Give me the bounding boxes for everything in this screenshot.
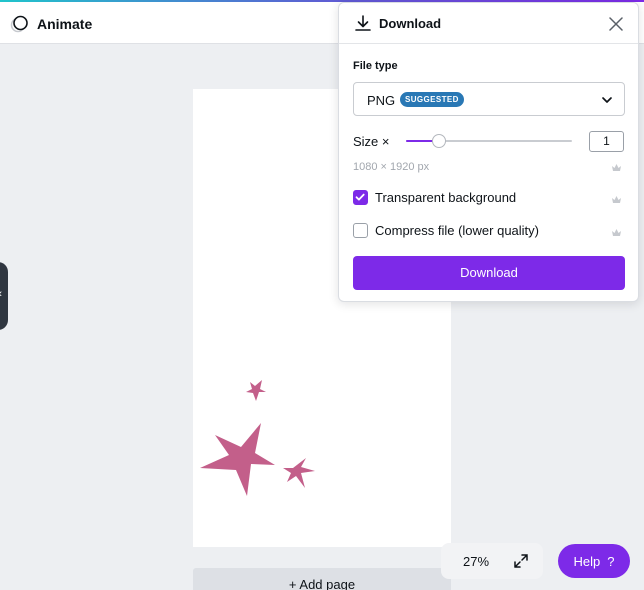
star-elements[interactable] [193, 370, 333, 510]
download-button[interactable]: Download [353, 256, 625, 290]
suggested-badge: SUGGESTED [400, 92, 464, 107]
slider-handle[interactable] [432, 134, 446, 148]
file-type-label: File type [353, 60, 398, 72]
small-star-top[interactable] [246, 380, 266, 401]
animate-icon [10, 15, 28, 33]
expand-icon[interactable] [513, 553, 529, 569]
zoom-control: 27% [441, 543, 543, 579]
dimensions-text: 1080 × 1920 px [353, 161, 430, 173]
crown-icon [612, 196, 621, 203]
collapse-chevron-icon: ‹ [0, 288, 2, 300]
panel-title: Download [379, 16, 442, 31]
help-button[interactable]: Help ? [558, 544, 630, 578]
download-panel-header: Download [339, 3, 638, 44]
compress-file-checkbox[interactable] [353, 223, 368, 238]
size-slider[interactable] [406, 133, 572, 149]
download-icon [355, 15, 371, 31]
small-star-right[interactable] [283, 458, 315, 488]
chevron-down-icon [602, 97, 612, 103]
compress-file-label: Compress file (lower quality) [375, 223, 539, 238]
transparent-background-option[interactable]: Transparent background [353, 190, 516, 205]
file-type-value: PNG [367, 93, 396, 108]
crown-icon [612, 229, 621, 236]
animate-label: Animate [37, 16, 93, 32]
transparent-background-checkbox[interactable] [353, 190, 368, 205]
add-page-button[interactable]: + Add page [193, 568, 451, 590]
checkmark-icon [355, 193, 365, 201]
size-label: Size × [353, 134, 390, 149]
crown-icon [612, 164, 621, 171]
transparent-background-label: Transparent background [375, 190, 517, 205]
download-panel: Download File type PNG SUGGESTED Size × … [338, 2, 639, 302]
close-icon[interactable] [609, 17, 623, 31]
animate-button[interactable]: Animate [10, 14, 92, 34]
side-panel-toggle[interactable]: ‹ [0, 262, 8, 330]
help-question-icon: ? [607, 553, 615, 569]
compress-file-option[interactable]: Compress file (lower quality) [353, 223, 539, 238]
zoom-level[interactable]: 27% [463, 554, 489, 569]
file-type-select[interactable]: PNG SUGGESTED [353, 82, 625, 116]
size-input[interactable]: 1 [589, 131, 624, 152]
help-label: Help [573, 553, 601, 569]
large-star[interactable] [200, 423, 275, 496]
